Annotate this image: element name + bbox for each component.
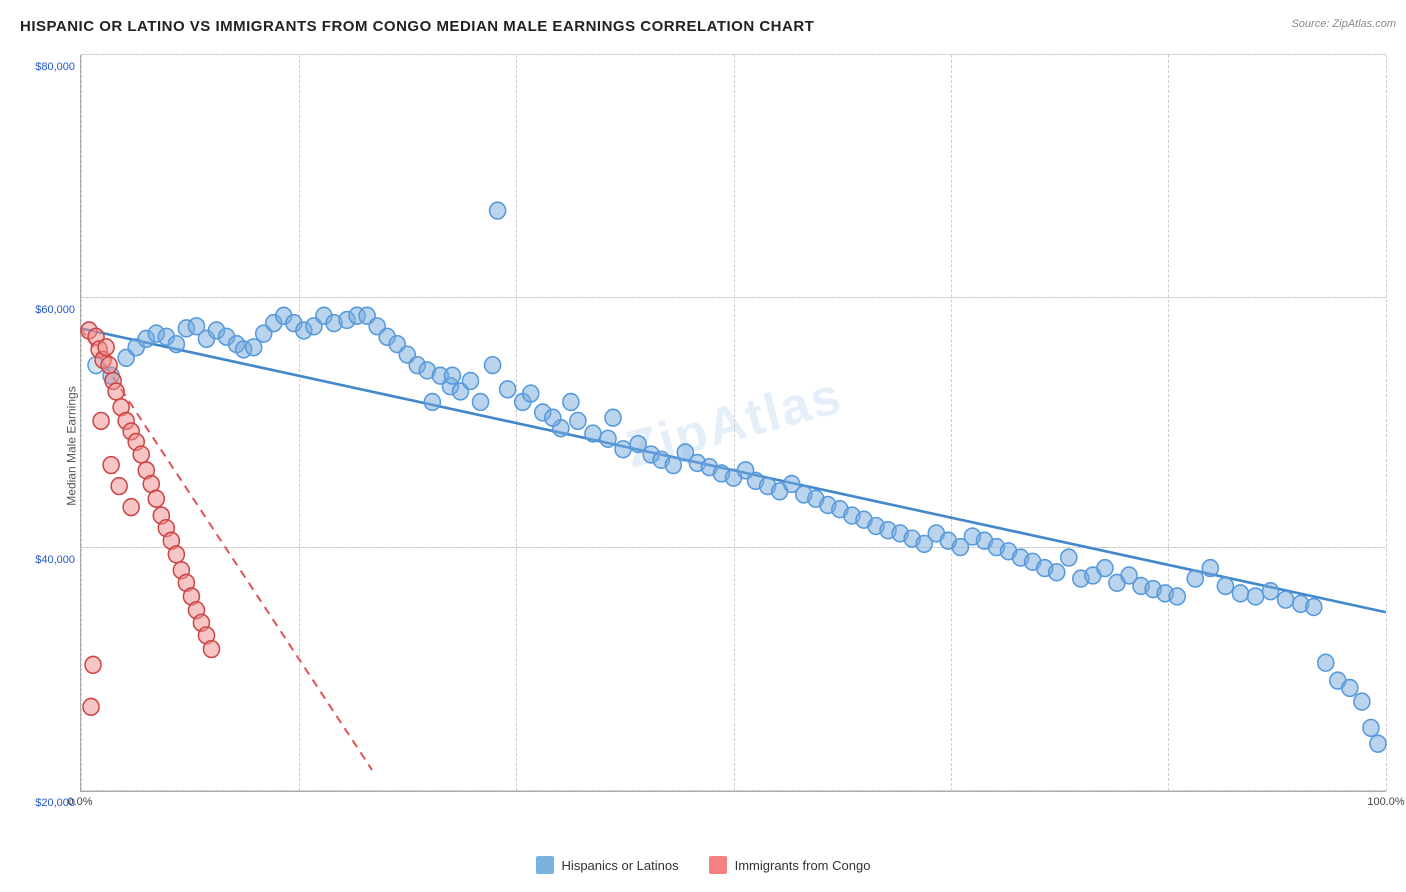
x-tick-100: 100.0% <box>1367 796 1404 808</box>
y-tick-80000: $80,000 <box>35 61 75 73</box>
source-label: Source: ZipAtlas.com <box>1291 18 1396 30</box>
legend-label-hispanic: Hispanics or Latinos <box>562 858 679 873</box>
chart-container: HISPANIC OR LATINO VS IMMIGRANTS FROM CO… <box>0 0 1406 892</box>
legend-label-congo: Immigrants from Congo <box>735 858 871 873</box>
legend-box-hispanic <box>536 856 554 874</box>
y-tick-40000: $40,000 <box>35 554 75 566</box>
scatter-svg <box>81 55 1386 791</box>
plot-area: ZipAtlas $20,000 $40,000 $60,000 $80,000 <box>80 55 1386 792</box>
chart-title: HISPANIC OR LATINO VS IMMIGRANTS FROM CO… <box>20 18 1246 35</box>
y-tick-60000: $60,000 <box>35 304 75 316</box>
legend-box-congo <box>709 856 727 874</box>
y-axis-label: Median Male Earnings <box>65 386 79 505</box>
bottom-legend: Hispanics or Latinos Immigrants from Con… <box>0 856 1406 874</box>
legend-item-hispanic: Hispanics or Latinos <box>536 856 679 874</box>
legend-item-congo: Immigrants from Congo <box>709 856 871 874</box>
x-tick-0: 0.0% <box>67 796 92 808</box>
x-axis-labels: 0.0% 100.0% <box>80 796 1386 816</box>
grid-v-6 <box>1386 55 1387 791</box>
